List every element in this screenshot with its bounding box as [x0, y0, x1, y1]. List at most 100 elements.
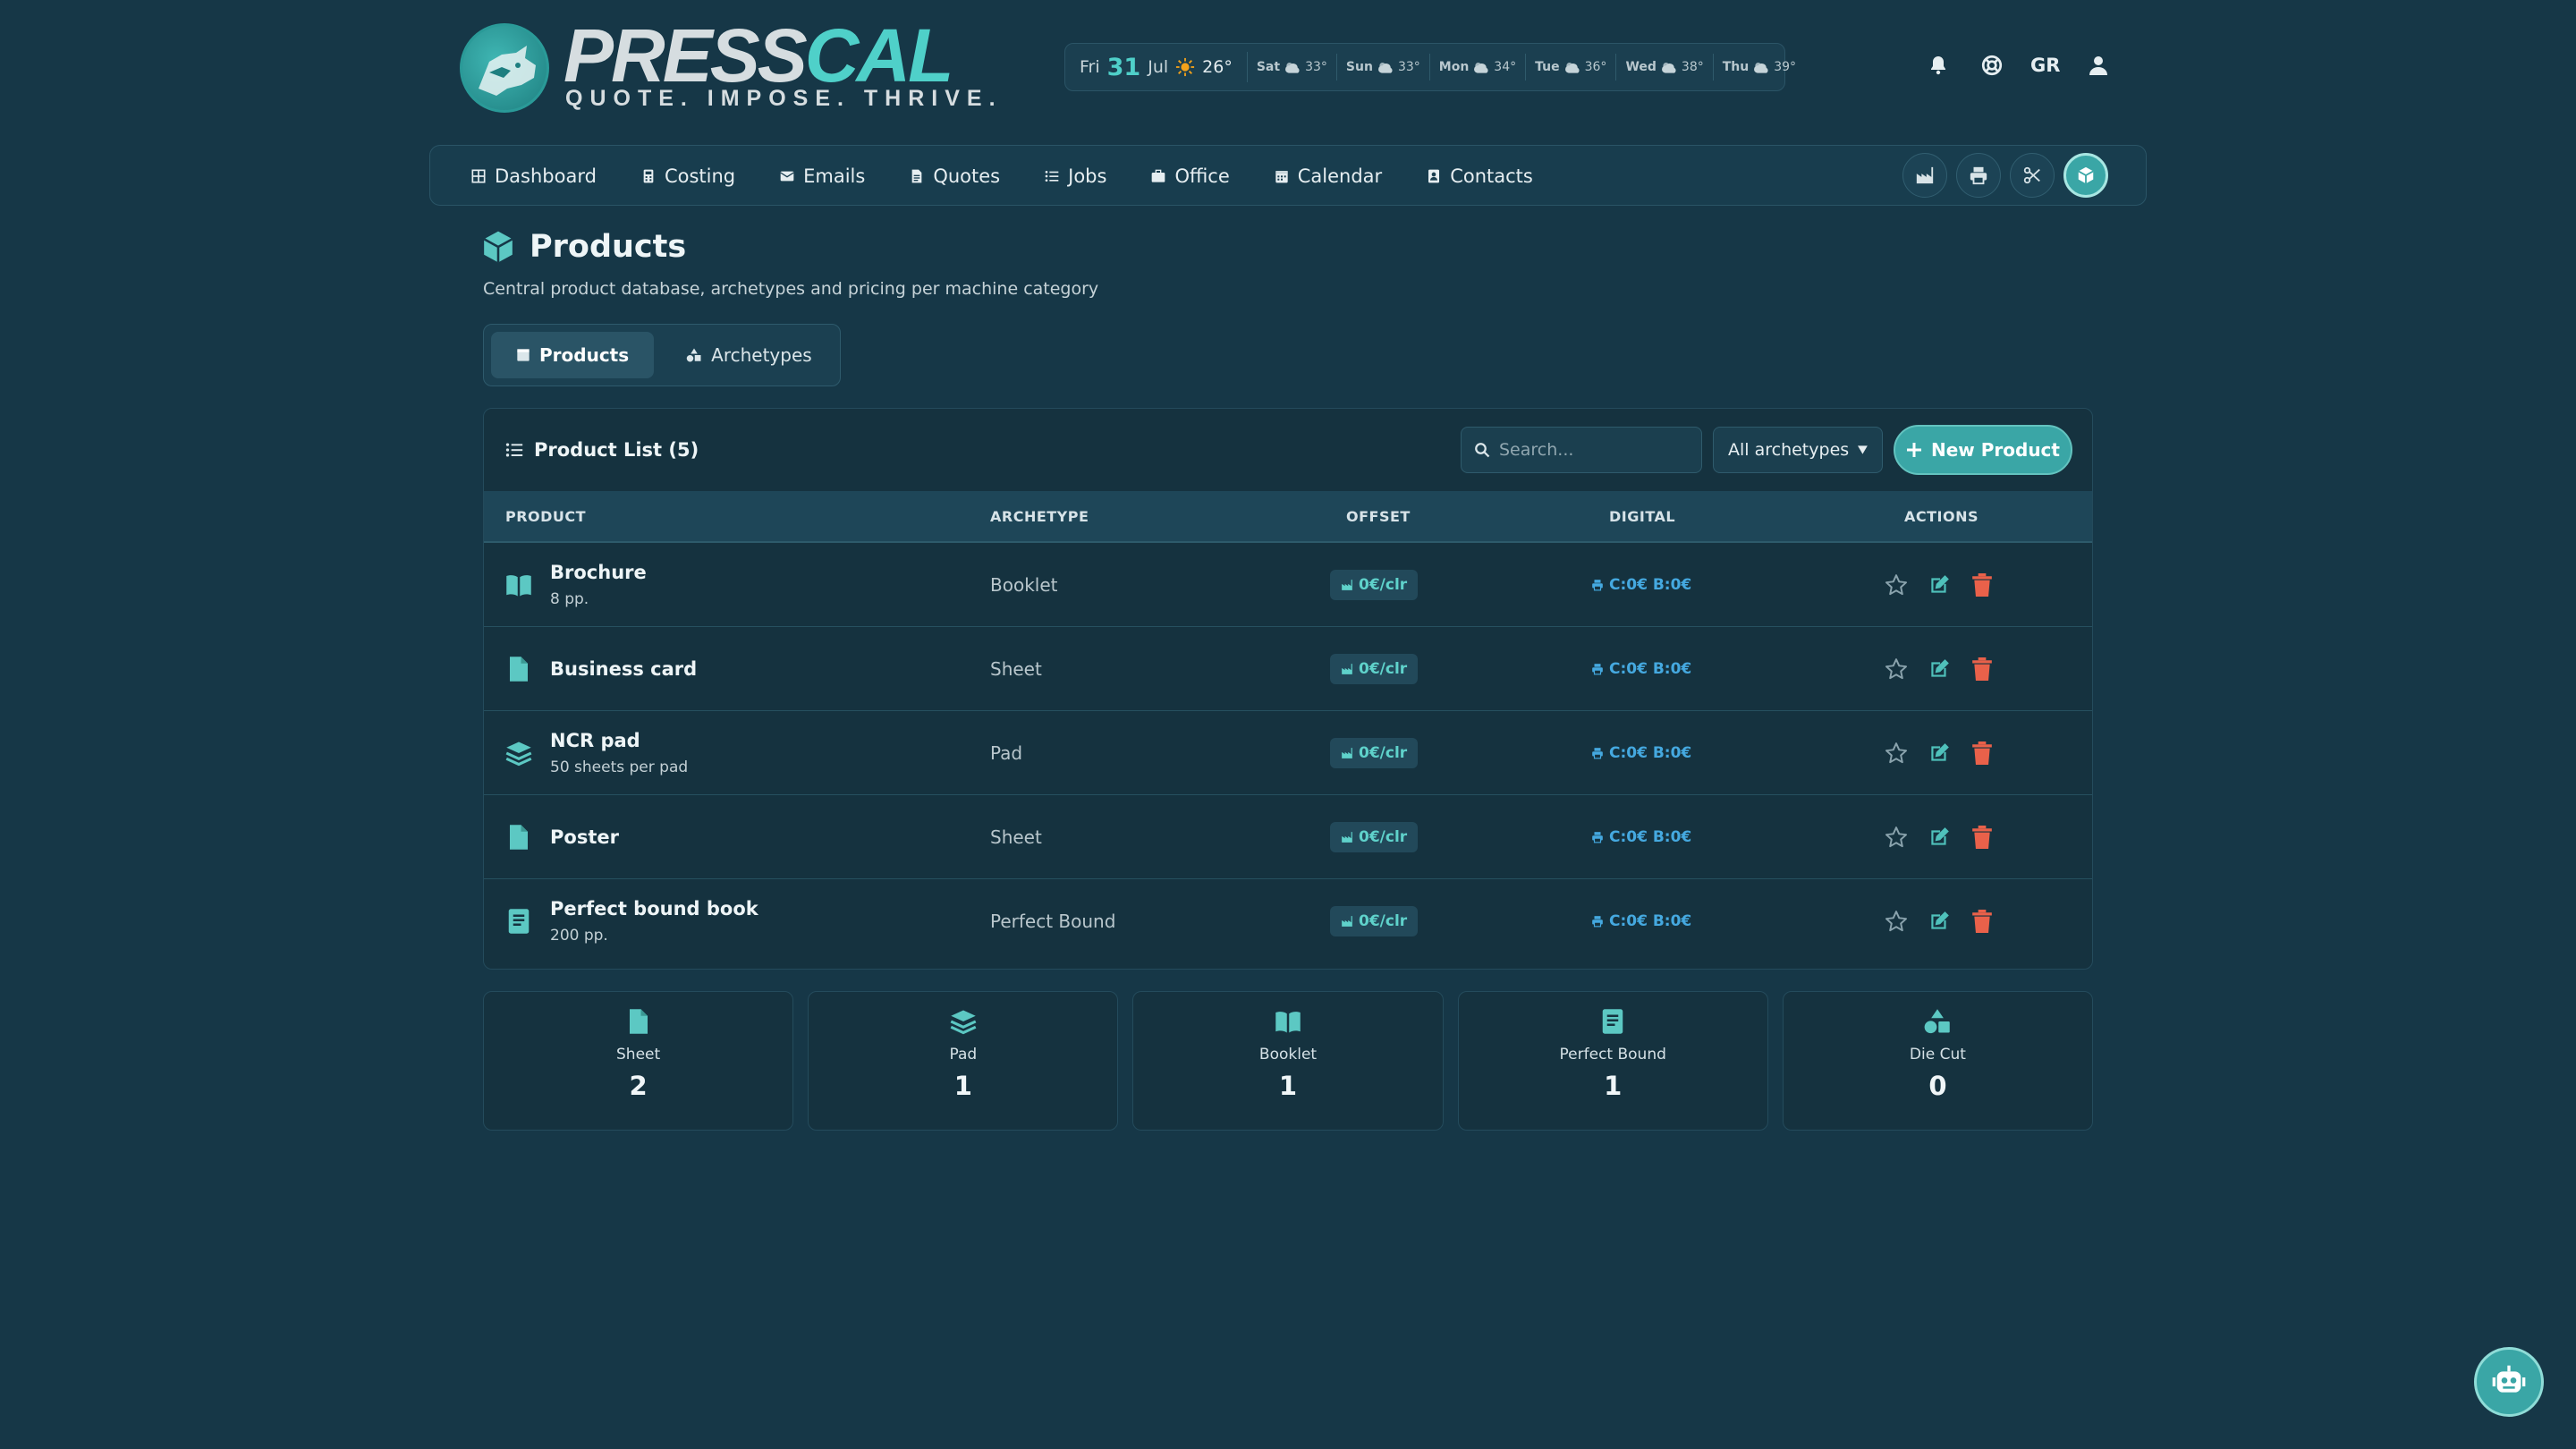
column-header-product: PRODUCT [505, 507, 587, 525]
forecast-temp: 33° [1397, 60, 1420, 74]
nav-item-contacts[interactable]: Contacts [1427, 165, 1533, 187]
edit-icon[interactable] [1928, 826, 1951, 849]
table-row[interactable]: NCR pad 50 sheets per pad Pad 0€/clr C:0€ B:… [484, 711, 2092, 795]
edit-icon[interactable] [1928, 741, 1951, 765]
forecast-day-label: Wed [1625, 60, 1657, 74]
trash-icon[interactable] [1970, 825, 1994, 849]
cloud-sun-icon [1284, 60, 1301, 74]
factory-icon[interactable] [1902, 153, 1947, 198]
digital-price-badge: C:0€ B:0€ [1588, 570, 1695, 600]
digital-price-badge: C:0€ B:0€ [1588, 906, 1695, 936]
tab-products[interactable]: Products [491, 332, 655, 378]
product-cell: Perfect bound book 200 pp. [505, 898, 758, 945]
search-input[interactable] [1499, 440, 1678, 460]
digital-price: C:0€ B:0€ [1609, 912, 1692, 930]
app-logo[interactable]: PRESSCAL QUOTE. IMPOSE. THRIVE. [460, 18, 996, 113]
table-row[interactable]: Business card Sheet 0€/clr C:0€ B:0€ [484, 627, 2092, 711]
archetype-filter[interactable]: All archetypes [1713, 427, 1883, 473]
forecast-day-label: Sat [1256, 60, 1281, 74]
new-product-button[interactable]: New Product [1894, 425, 2072, 475]
product-list-title-text: Product List (5) [534, 439, 699, 461]
user-icon[interactable] [2083, 50, 2114, 80]
printer-icon[interactable] [1956, 153, 2001, 198]
offset-price-badge: 0€/clr [1330, 737, 1419, 768]
assistant-bot-button[interactable] [2474, 1347, 2544, 1417]
stat-count: 1 [1604, 1071, 1623, 1101]
lifebuoy-icon[interactable] [1977, 50, 2007, 80]
contacts-icon [1427, 169, 1441, 183]
nav-item-calendar[interactable]: Calendar [1275, 165, 1382, 187]
nav-item-jobs[interactable]: Jobs [1045, 165, 1106, 187]
offset-cell: 0€/clr [1330, 821, 1419, 852]
table-row[interactable]: Brochure 8 pp. Booklet 0€/clr C:0€ B:0€ [484, 543, 2092, 627]
language-switch[interactable]: GR [2030, 55, 2060, 76]
digital-cell: C:0€ B:0€ [1588, 570, 1695, 600]
nav-item-label: Contacts [1450, 165, 1533, 187]
product-archetype: Booklet [990, 573, 1058, 596]
cloud-sun-icon [1472, 60, 1490, 74]
cloud-sun-icon [1752, 60, 1770, 74]
product-text: Perfect bound book 200 pp. [550, 898, 758, 945]
weather-widget[interactable]: Fri 31 Jul 26° Sat 33° Sun 33° Mon 34° Tue 36° W… [1064, 43, 1796, 91]
book-icon [505, 908, 532, 935]
star-icon[interactable] [1885, 657, 1908, 681]
edit-icon[interactable] [1928, 910, 1951, 933]
stat-card[interactable]: Booklet 1 [1132, 991, 1444, 1131]
offset-price: 0€/clr [1359, 743, 1408, 762]
digital-price-badge: C:0€ B:0€ [1588, 738, 1695, 768]
star-icon[interactable] [1885, 826, 1908, 849]
stat-card[interactable]: Perfect Bound 1 [1457, 991, 1768, 1131]
book-open-icon [505, 572, 532, 598]
offset-price-badge: 0€/clr [1330, 906, 1419, 936]
scissors-icon[interactable] [2010, 153, 2055, 198]
file-icon [505, 824, 532, 851]
nav-item-dashboard[interactable]: Dashboard [471, 165, 597, 187]
page-subtitle: Central product database, archetypes and… [483, 279, 1099, 299]
trash-icon[interactable] [1970, 741, 1994, 765]
star-icon[interactable] [1885, 573, 1908, 597]
weather-today-day: Fri [1080, 57, 1100, 77]
star-icon[interactable] [1885, 741, 1908, 765]
stat-card[interactable]: Pad 1 [808, 991, 1119, 1131]
table-row[interactable]: Perfect bound book 200 pp. Perfect Bound 0€… [484, 879, 2092, 963]
search-icon [1475, 443, 1490, 458]
product-cell: Poster [505, 824, 619, 851]
edit-icon[interactable] [1928, 657, 1951, 681]
factory-icon [1341, 579, 1353, 591]
factory-icon [1341, 663, 1353, 675]
nav-item-costing[interactable]: Costing [641, 165, 735, 187]
dashboard-icon [471, 169, 486, 183]
nav-item-office[interactable]: Office [1151, 165, 1230, 187]
bell-icon[interactable] [1923, 50, 1953, 80]
row-actions [1885, 825, 1994, 849]
box-icon[interactable] [2063, 153, 2108, 198]
edit-icon[interactable] [1928, 573, 1951, 597]
trash-icon[interactable] [1970, 910, 1994, 933]
product-archetype: Pad [990, 741, 1023, 764]
offset-price: 0€/clr [1359, 912, 1408, 930]
stat-card[interactable]: Die Cut 0 [1782, 991, 2094, 1131]
row-actions [1885, 657, 1994, 681]
trash-icon[interactable] [1970, 572, 1994, 597]
printer-icon [1591, 831, 1604, 843]
tab-archetypes-label: Archetypes [711, 344, 812, 366]
offset-price: 0€/clr [1359, 827, 1408, 846]
table-row[interactable]: Poster Sheet 0€/clr C:0€ B:0€ [484, 795, 2092, 879]
nav-item-emails[interactable]: Emails [780, 165, 865, 187]
product-cell: Brochure 8 pp. [505, 562, 647, 608]
printer-icon [1591, 747, 1604, 759]
sun-icon [1175, 57, 1195, 77]
offset-cell: 0€/clr [1330, 906, 1419, 936]
digital-price-badge: C:0€ B:0€ [1588, 822, 1695, 852]
weather-today-date: 31 [1106, 53, 1141, 81]
nav-item-quotes[interactable]: Quotes [910, 165, 1000, 187]
weather-forecast-day: Wed 38° [1616, 54, 1714, 80]
offset-price-badge: 0€/clr [1330, 821, 1419, 852]
stat-card[interactable]: Sheet 2 [483, 991, 794, 1131]
column-header-digital: DIGITAL [1609, 507, 1676, 525]
star-icon[interactable] [1885, 910, 1908, 933]
file-icon [625, 1008, 652, 1035]
trash-icon[interactable] [1970, 657, 1994, 681]
tab-archetypes[interactable]: Archetypes [661, 332, 837, 378]
digital-price: C:0€ B:0€ [1609, 743, 1692, 762]
